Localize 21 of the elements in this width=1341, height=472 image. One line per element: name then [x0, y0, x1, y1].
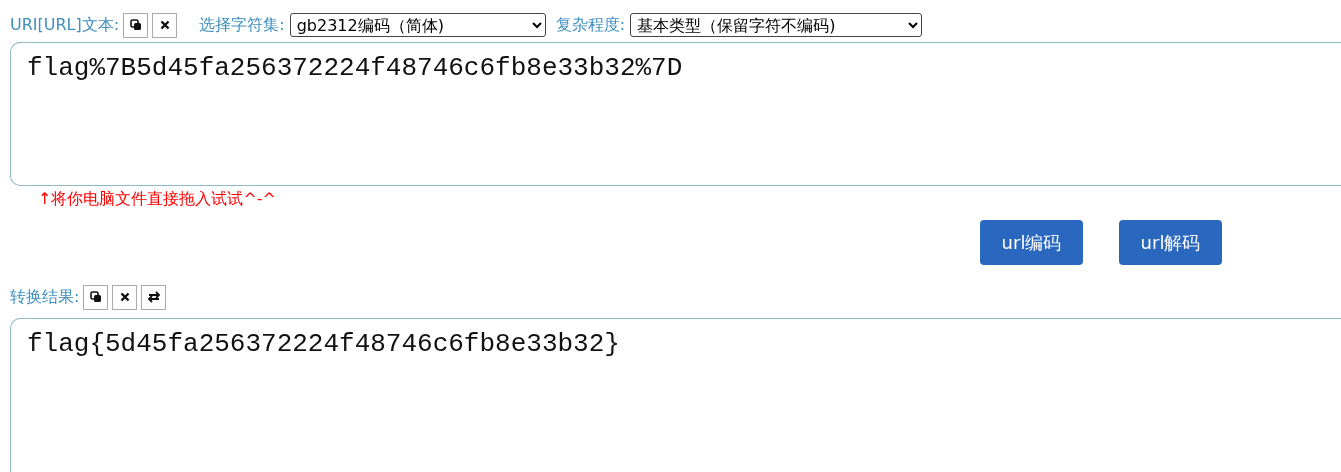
decode-button[interactable]: url解码 — [1119, 220, 1222, 265]
copy-button[interactable] — [123, 12, 149, 38]
copy-icon — [89, 291, 102, 303]
swap-arrows-icon — [146, 291, 161, 303]
drag-hint-text: ↑将你电脑文件直接拖入试试^-^ — [38, 189, 277, 210]
copy-icon — [129, 19, 142, 31]
encode-button[interactable]: url编码 — [980, 220, 1083, 265]
clear-button[interactable] — [112, 284, 138, 310]
copy-button[interactable] — [83, 284, 109, 310]
complexity-label: 复杂程度: — [555, 14, 626, 36]
complexity-dropdown[interactable]: 基本类型（保留字符不编码) — [630, 13, 923, 37]
result-label: 转换结果: — [10, 286, 80, 308]
swap-button[interactable] — [141, 284, 167, 310]
result-field[interactable]: flag{5d45fa256372224f48746c6fb8e33b32} — [10, 318, 1341, 472]
charset-label: 选择字符集: — [199, 14, 285, 36]
close-icon — [159, 20, 170, 30]
charset-dropdown[interactable]: gb2312编码（简体) — [289, 13, 546, 37]
input-field[interactable]: flag%7B5d45fa256372224f48746c6fb8e33b32%7D — [10, 42, 1341, 186]
clear-button[interactable] — [152, 12, 178, 38]
text-label: URI[URL]文本: — [10, 14, 120, 36]
close-icon — [119, 292, 130, 302]
